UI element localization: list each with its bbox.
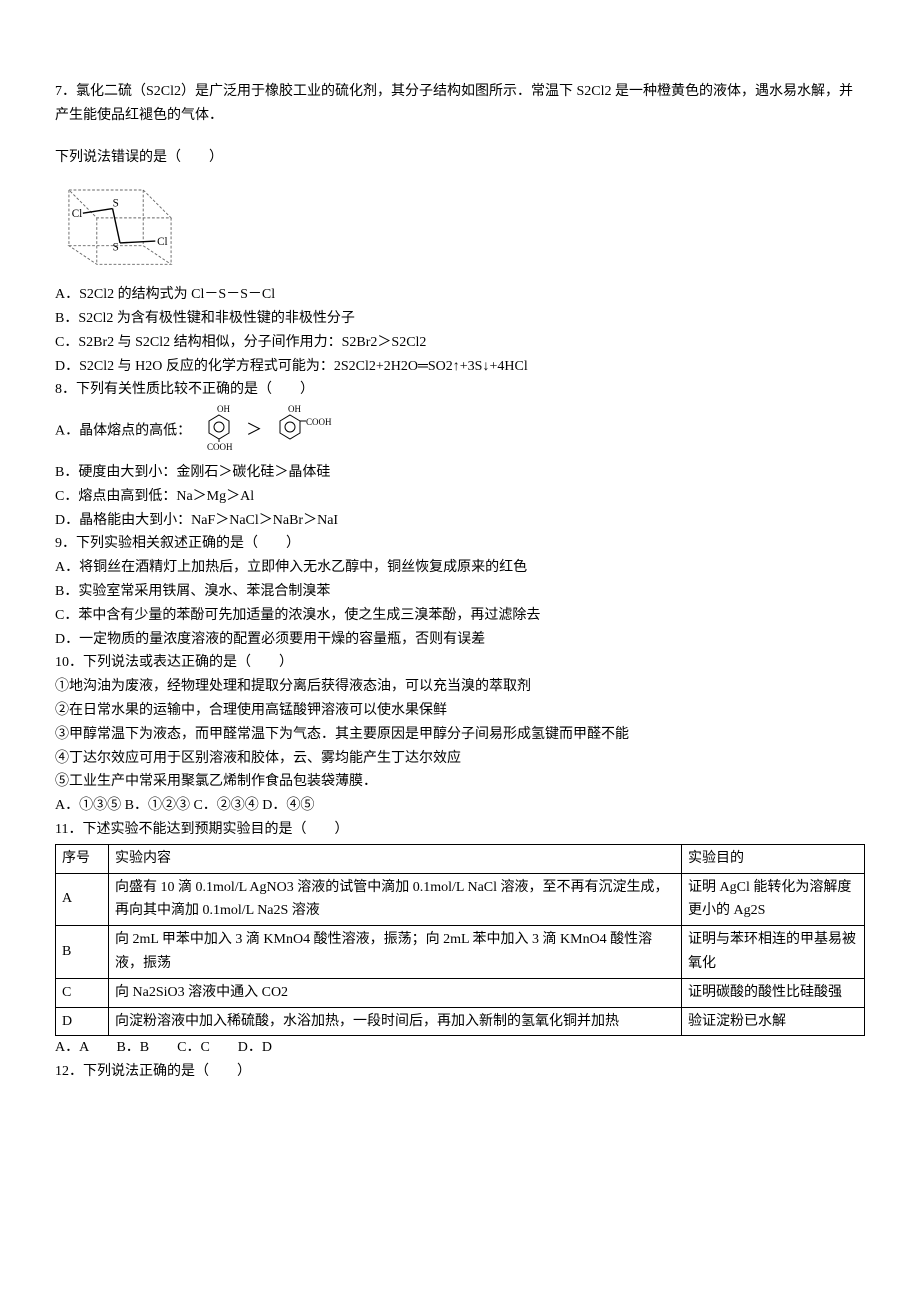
q11-stem: 11．下述实验不能达到预期实验目的是（ ）: [55, 818, 865, 842]
table-row: C 向 Na2SiO3 溶液中通入 CO2 证明碳酸的酸性比硅酸强: [56, 978, 865, 1007]
svg-text:OH: OH: [217, 404, 230, 414]
cell-content: 向 Na2SiO3 溶液中通入 CO2: [109, 978, 682, 1007]
q7-option-d: D．S2Cl2 与 H2O 反应的化学方程式可能为：2S2Cl2+2H2O═SO…: [55, 355, 865, 379]
q11-options: A．A B．B C．C D．D: [55, 1036, 865, 1060]
q10-s2: ②在日常水果的运输中，合理使用高锰酸钾溶液可以使水果保鲜: [55, 699, 865, 723]
cell-seq: A: [56, 873, 109, 926]
svg-text:S: S: [113, 198, 119, 210]
q10-s1: ①地沟油为废液，经物理处理和提取分离后获得液态油，可以充当溴的萃取剂: [55, 675, 865, 699]
cell-content: 向盛有 10 滴 0.1mol/L AgNO3 溶液的试管中滴加 0.1mol/…: [109, 873, 682, 926]
svg-text:S: S: [113, 242, 119, 254]
s2cl2-structure-diagram: Cl S S Cl: [55, 175, 185, 270]
q8-option-c: C．熔点由高到低：Na＞Mg＞Al: [55, 485, 865, 509]
table-row: A 向盛有 10 滴 0.1mol/L AgNO3 溶液的试管中滴加 0.1mo…: [56, 873, 865, 926]
th-content: 实验内容: [109, 844, 682, 873]
q10-s3: ③甲醇常温下为液态，而甲醛常温下为气态．其主要原因是甲醇分子间易形成氢键而甲醛不…: [55, 723, 865, 747]
cell-content: 向 2mL 甲苯中加入 3 滴 KMnO4 酸性溶液，振荡；向 2mL 苯中加入…: [109, 926, 682, 979]
q7-option-b: B．S2Cl2 为含有极性键和非极性键的非极性分子: [55, 307, 865, 331]
q10-s4: ④丁达尔效应可用于区别溶液和胶体，云、雾均能产生丁达尔效应: [55, 747, 865, 771]
q11-table: 序号 实验内容 实验目的 A 向盛有 10 滴 0.1mol/L AgNO3 溶…: [55, 844, 865, 1037]
q8-option-a: A．晶体熔点的高低： OH COOH ＞ OH COOH: [55, 402, 865, 461]
greater-than-symbol: ＞: [246, 422, 262, 439]
q7-option-a: A．S2Cl2 的结构式为 Cl－S－S－Cl: [55, 283, 865, 307]
svg-text:Cl: Cl: [157, 236, 168, 248]
q9-option-a: A．将铜丝在酒精灯上加热后，立即伸入无水乙醇中，铜丝恢复成原来的红色: [55, 556, 865, 580]
q8-option-b: B．硬度由大到小：金刚石＞碳化硅＞晶体硅: [55, 461, 865, 485]
th-purpose: 实验目的: [682, 844, 865, 873]
q9-option-b: B．实验室常采用铁屑、溴水、苯混合制溴苯: [55, 580, 865, 604]
q10-s5: ⑤工业生产中常采用聚氯乙烯制作食品包装袋薄膜．: [55, 770, 865, 794]
q8-a-structure-right: OH COOH: [266, 402, 336, 461]
th-seq: 序号: [56, 844, 109, 873]
q10-stem: 10．下列说法或表达正确的是（ ）: [55, 651, 865, 675]
svg-text:OH: OH: [288, 404, 301, 414]
cell-purpose: 证明碳酸的酸性比硅酸强: [682, 978, 865, 1007]
cell-purpose: 验证淀粉已水解: [682, 1007, 865, 1036]
cell-seq: B: [56, 926, 109, 979]
svg-text:COOH: COOH: [306, 417, 332, 427]
q9-option-c: C．苯中含有少量的苯酚可先加适量的浓溴水，使之生成三溴苯酚，再过滤除去: [55, 604, 865, 628]
q9-option-d: D．一定物质的量浓度溶液的配置必须要用干燥的容量瓶，否则有误差: [55, 628, 865, 652]
q8-stem: 8．下列有关性质比较不正确的是（ ）: [55, 378, 865, 402]
q10-options: A．①③⑤ B．①②③ C．②③④ D．④⑤: [55, 794, 865, 818]
cell-seq: D: [56, 1007, 109, 1036]
q9-stem: 9．下列实验相关叙述正确的是（ ）: [55, 532, 865, 556]
svg-text:COOH: COOH: [207, 442, 233, 452]
q8-a-structure-left: OH COOH: [195, 402, 243, 461]
q7-stem-2: 下列说法错误的是（ ）: [55, 146, 865, 170]
q7-option-c: C．S2Br2 与 S2Cl2 结构相似，分子间作用力：S2Br2＞S2Cl2: [55, 331, 865, 355]
q12-stem: 12．下列说法正确的是（ ）: [55, 1060, 865, 1084]
table-row: B 向 2mL 甲苯中加入 3 滴 KMnO4 酸性溶液，振荡；向 2mL 苯中…: [56, 926, 865, 979]
cell-purpose: 证明 AgCl 能转化为溶解度更小的 Ag2S: [682, 873, 865, 926]
q7-stem-1: 7．氯化二硫（S2Cl2）是广泛用于橡胶工业的硫化剂，其分子结构如图所示．常温下…: [55, 80, 865, 128]
q8-a-prefix: A．晶体熔点的高低：: [55, 424, 191, 439]
cell-purpose: 证明与苯环相连的甲基易被氧化: [682, 926, 865, 979]
q8-option-d: D．晶格能由大到小：NaF＞NaCl＞NaBr＞NaI: [55, 509, 865, 533]
table-row: D 向淀粉溶液中加入稀硫酸，水浴加热，一段时间后，再加入新制的氢氧化铜并加热 验…: [56, 1007, 865, 1036]
cell-seq: C: [56, 978, 109, 1007]
cell-content: 向淀粉溶液中加入稀硫酸，水浴加热，一段时间后，再加入新制的氢氧化铜并加热: [109, 1007, 682, 1036]
svg-text:Cl: Cl: [72, 208, 83, 220]
table-header-row: 序号 实验内容 实验目的: [56, 844, 865, 873]
